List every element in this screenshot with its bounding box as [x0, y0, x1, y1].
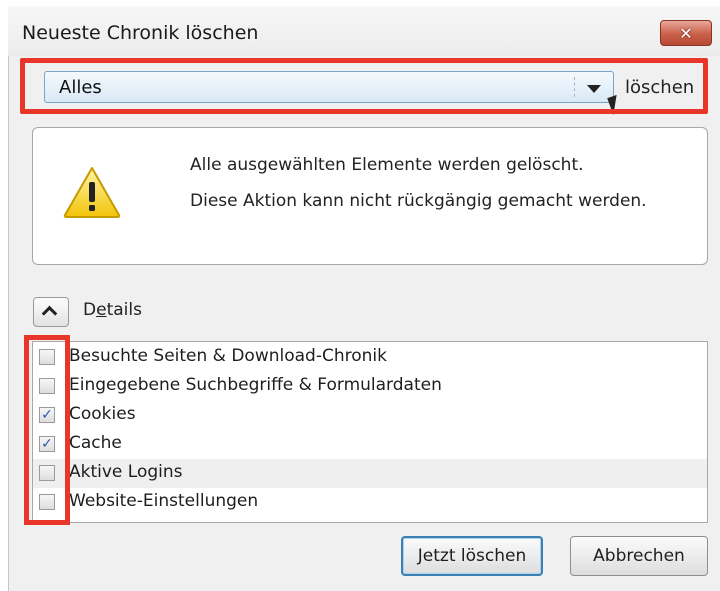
highlight-frame-time-range [20, 58, 708, 114]
clear-now-button[interactable]: Jetzt löschen [401, 536, 543, 576]
details-toggle-button[interactable] [33, 297, 69, 327]
list-item[interactable]: ✓ Cache [33, 430, 707, 459]
details-label: Details [83, 300, 142, 320]
list-item[interactable]: ✓ Cookies [33, 401, 707, 430]
list-item[interactable]: Eingegebene Suchbegriffe & Formulardaten [33, 372, 707, 401]
list-item[interactable]: Website-Einstellungen [33, 488, 707, 517]
close-button[interactable]: ✕ [660, 20, 712, 46]
dialog-title: Neueste Chronik löschen [22, 22, 259, 44]
list-item[interactable]: Aktive Logins [33, 459, 707, 488]
warning-irreversible-note: Diese Aktion kann nicht rückgängig gemac… [190, 191, 647, 211]
item-label: Website-Einstellungen [69, 491, 259, 511]
warning-icon [63, 167, 121, 218]
item-label: Besuchte Seiten & Download-Chronik [69, 346, 387, 366]
title-bar: Neueste Chronik löschen ✕ [8, 6, 720, 56]
item-label: Cookies [69, 404, 136, 424]
item-label: Cache [69, 433, 122, 453]
list-item[interactable]: Besuchte Seiten & Download-Chronik [33, 343, 707, 372]
item-label: Eingegebene Suchbegriffe & Formulardaten [69, 375, 442, 395]
warning-message: Alle ausgewählten Elemente werden gelösc… [190, 155, 584, 175]
item-label: Aktive Logins [69, 462, 183, 482]
close-icon: ✕ [679, 23, 693, 43]
chevron-up-icon [41, 305, 58, 322]
cancel-button[interactable]: Abbrechen [570, 536, 708, 576]
highlight-frame-checkboxes [24, 335, 70, 525]
